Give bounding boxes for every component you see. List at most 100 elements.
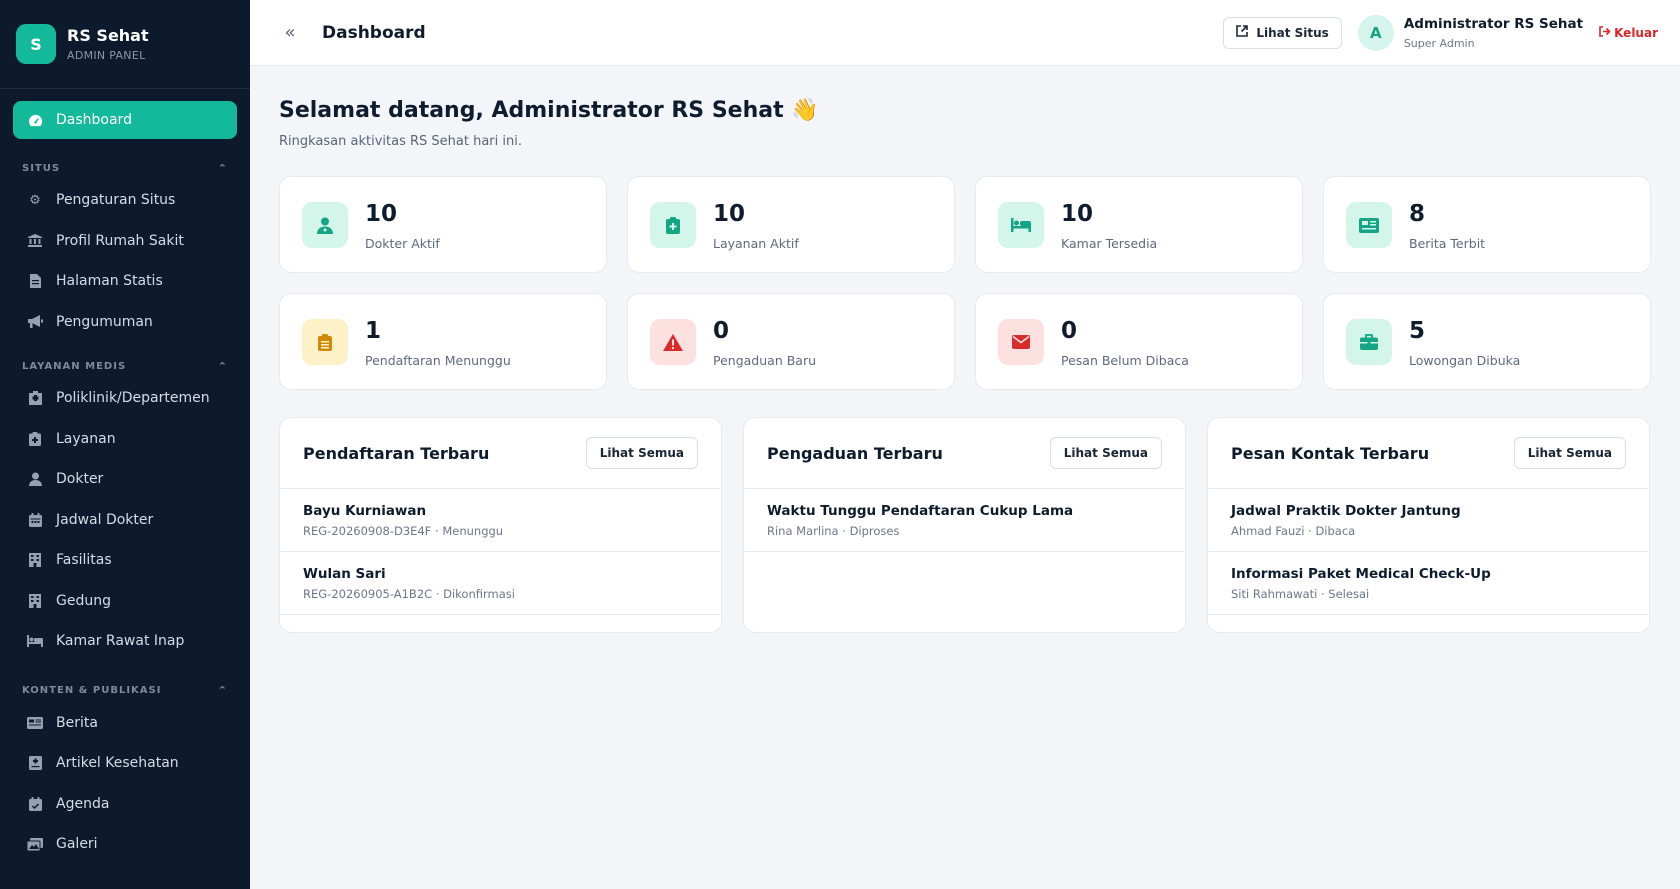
newspaper-icon	[26, 715, 44, 731]
sidebar-item-label: Berita	[56, 714, 98, 731]
panel-title: Pesan Kontak Terbaru	[1231, 443, 1430, 463]
stat-card-layanan-aktif[interactable]: 10 Layanan Aktif	[627, 176, 955, 273]
sidebar-item-poliklinik[interactable]: Poliklinik/Departemen	[0, 378, 250, 419]
list-item[interactable]: Wulan Sari REG-20260905-A1B2C · Dikonfir…	[280, 552, 721, 615]
images-icon	[26, 836, 44, 852]
list-item-subtitle: Ahmad Fauzi · Dibaca	[1231, 523, 1356, 538]
stat-label: Pengaduan Baru	[713, 353, 817, 368]
logout-button[interactable]: Keluar	[1599, 26, 1658, 40]
sidebar: S RS Sehat ADMIN PANEL Dashboard SITUS ⌃…	[0, 0, 250, 889]
sign-out-icon	[1599, 25, 1611, 40]
list-item[interactable]: Jadwal Praktik Dokter Jantung Ahmad Fauz…	[1208, 489, 1649, 552]
stat-card-pendaftaran-menunggu[interactable]: 1 Pendaftaran Menunggu	[279, 293, 607, 390]
stat-value: 10	[713, 201, 746, 227]
user-doctor-icon	[302, 202, 348, 248]
sidebar-item-label: Dokter	[56, 471, 104, 488]
topbar: « Dashboard Lihat Situs A Administrator …	[250, 0, 1680, 66]
user-doctor-icon	[26, 471, 44, 487]
sidebar-item-fasilitas[interactable]: Fasilitas	[0, 540, 250, 581]
stat-value: 1	[365, 318, 382, 344]
user-role: Super Admin	[1403, 36, 1475, 50]
chevron-up-icon: ⌃	[217, 359, 228, 373]
sidebar-item-agenda[interactable]: Agenda	[0, 784, 250, 825]
double-chevron-left-icon[interactable]: «	[278, 22, 302, 43]
sidebar-section-konten[interactable]: KONTEN & PUBLIKASI ⌃	[0, 684, 250, 698]
stat-label: Dokter Aktif	[365, 236, 440, 251]
section-title: KONTEN & PUBLIKASI	[22, 685, 162, 696]
gauge-icon	[26, 112, 44, 128]
sidebar-section-situs[interactable]: SITUS ⌃	[0, 161, 250, 175]
sidebar-item-label: Gedung	[56, 592, 111, 609]
user-info[interactable]: Administrator RS Sehat Super Admin	[1404, 16, 1583, 50]
file-icon	[26, 273, 44, 289]
sidebar-item-berita[interactable]: Berita	[0, 703, 250, 744]
sidebar-item-pengumuman[interactable]: Pengumuman	[0, 302, 250, 343]
list-item-subtitle: Rina Marlina · Diproses	[767, 523, 900, 538]
brand-logo: S	[16, 24, 56, 64]
view-all-button[interactable]: Lihat Semua	[585, 437, 698, 469]
view-all-button[interactable]: Lihat Semua	[1049, 437, 1162, 469]
sidebar-item-artikel-kesehatan[interactable]: Artikel Kesehatan	[0, 743, 250, 784]
stat-label: Lowongan Dibuka	[1409, 353, 1521, 368]
stat-value: 8	[1409, 201, 1426, 227]
stat-label: Pesan Belum Dibaca	[1061, 353, 1189, 368]
panel-pendaftaran-terbaru: Pendaftaran Terbaru Lihat Semua Bayu Kur…	[279, 417, 722, 633]
sidebar-item-pengaturan-situs[interactable]: ⚙ Pengaturan Situs	[0, 180, 250, 221]
briefcase-icon	[1346, 319, 1392, 365]
envelope-icon	[998, 319, 1044, 365]
sidebar-item-label: Layanan	[56, 430, 116, 447]
stat-card-kamar-tersedia[interactable]: 10 Kamar Tersedia	[975, 176, 1303, 273]
stat-card-berita-terbit[interactable]: 8 Berita Terbit	[1323, 176, 1651, 273]
sidebar-item-dashboard[interactable]: Dashboard	[13, 101, 237, 139]
panel-title: Pendaftaran Terbaru	[303, 443, 490, 463]
avatar[interactable]: A	[1357, 14, 1394, 51]
view-all-button[interactable]: Lihat Semua	[1513, 437, 1626, 469]
sidebar-item-label: Pengaturan Situs	[56, 192, 176, 209]
section-title: LAYANAN MEDIS	[22, 360, 127, 372]
list-item[interactable]: Bayu Kurniawan REG-20260908-D3E4F · Menu…	[280, 489, 721, 552]
stat-label: Layanan Aktif	[713, 236, 799, 251]
view-site-button[interactable]: Lihat Situs	[1223, 16, 1342, 49]
megaphone-icon	[26, 314, 44, 330]
stat-value: 0	[713, 318, 730, 344]
sidebar-item-label: Agenda	[56, 795, 110, 812]
sidebar-item-halaman-statis[interactable]: Halaman Statis	[0, 261, 250, 302]
sidebar-item-layanan[interactable]: Layanan	[0, 419, 250, 460]
stat-card-pesan-belum-dibaca[interactable]: 0 Pesan Belum Dibaca	[975, 293, 1303, 390]
sidebar-item-label: Kamar Rawat Inap	[56, 633, 185, 650]
chevron-up-icon: ⌃	[217, 684, 228, 697]
sidebar-item-galeri[interactable]: Galeri	[0, 824, 250, 865]
building-icon	[26, 593, 44, 609]
clipboard-list-icon	[302, 319, 348, 365]
panel-pengaduan-terbaru: Pengaduan Terbaru Lihat Semua Waktu Tung…	[743, 417, 1186, 633]
sidebar-item-label: Halaman Statis	[56, 273, 163, 290]
sidebar-item-kamar-rawat-inap[interactable]: Kamar Rawat Inap	[0, 621, 250, 662]
hospital-icon	[26, 390, 44, 406]
stat-card-pengaduan-baru[interactable]: 0 Pengaduan Baru	[627, 293, 955, 390]
sidebar-item-label: Jadwal Dokter	[56, 511, 154, 528]
brand-subtitle: ADMIN PANEL	[67, 49, 146, 62]
sidebar-section-layanan-medis[interactable]: LAYANAN MEDIS ⌃	[0, 359, 250, 373]
user-name: Administrator RS Sehat	[1403, 15, 1584, 32]
sidebar-item-gedung[interactable]: Gedung	[0, 581, 250, 622]
list-item[interactable]: Waktu Tunggu Pendaftaran Cukup Lama Rina…	[744, 489, 1185, 552]
sidebar-item-label: Dashboard	[56, 112, 132, 128]
stat-value: 0	[1061, 318, 1078, 344]
sidebar-item-label: Fasilitas	[56, 552, 112, 569]
list-item[interactable]: Informasi Paket Medical Check-Up Siti Ra…	[1208, 552, 1649, 615]
list-item-title: Bayu Kurniawan	[303, 502, 427, 519]
stat-label: Kamar Tersedia	[1061, 236, 1158, 251]
stat-card-dokter-aktif[interactable]: 10 Dokter Aktif	[279, 176, 607, 273]
building-icon	[26, 552, 44, 568]
calendar-check-icon	[26, 796, 44, 812]
brand[interactable]: S RS Sehat ADMIN PANEL	[0, 0, 250, 89]
stat-card-lowongan-dibuka[interactable]: 5 Lowongan Dibuka	[1323, 293, 1651, 390]
sidebar-item-jadwal-dokter[interactable]: Jadwal Dokter	[0, 500, 250, 541]
bed-icon	[26, 633, 44, 649]
list-item-title: Informasi Paket Medical Check-Up	[1231, 565, 1491, 582]
clipboard-plus-icon	[650, 202, 696, 248]
sidebar-item-profil-rumah-sakit[interactable]: Profil Rumah Sakit	[0, 221, 250, 262]
sidebar-item-dokter[interactable]: Dokter	[0, 459, 250, 500]
panel-pesan-kontak-terbaru: Pesan Kontak Terbaru Lihat Semua Jadwal …	[1207, 417, 1650, 633]
brand-name: RS Sehat	[67, 26, 149, 45]
